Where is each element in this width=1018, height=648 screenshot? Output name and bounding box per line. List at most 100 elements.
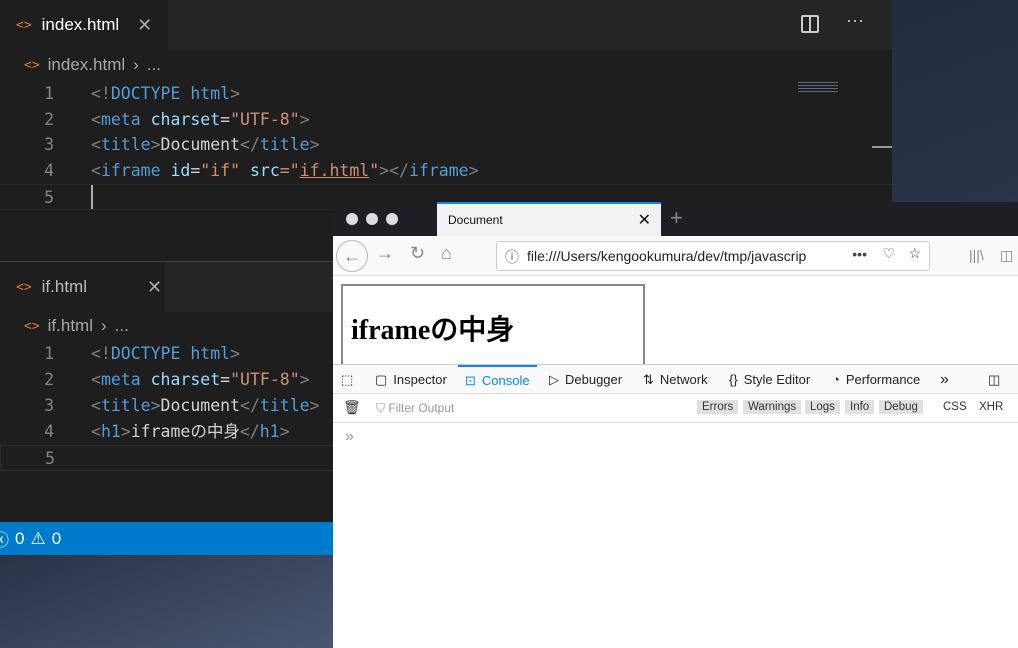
code-line[interactable]: 3 <title>Document</title> — [0, 132, 892, 158]
tok: = — [220, 370, 231, 389]
tok: h1 — [259, 422, 280, 441]
bookmark-star-icon[interactable]: ☆ — [908, 245, 921, 262]
tab-style-editor[interactable]: {} Style Editor — [729, 365, 810, 394]
tok: > — [230, 344, 241, 363]
more-tools-icon[interactable]: » — [940, 365, 949, 394]
tab-network[interactable]: ⇅ Network — [643, 365, 708, 394]
html-file-icon: <> — [24, 57, 40, 73]
more-actions-icon[interactable]: ··· — [846, 10, 864, 31]
inspector-icon: ▢ — [375, 371, 388, 387]
style-editor-icon: {} — [729, 372, 738, 387]
tok: > — [150, 135, 161, 154]
tok: > — [468, 161, 479, 180]
tok: iframe — [100, 161, 161, 180]
line-number: 4 — [44, 161, 54, 180]
filter-errors[interactable]: Errors — [697, 400, 739, 414]
tab-label: Console — [481, 373, 530, 388]
breadcrumb-file[interactable]: index.html — [48, 55, 125, 75]
line-number: 2 — [44, 110, 54, 129]
tok: </ — [240, 135, 260, 154]
filter-debug[interactable]: Debug — [879, 400, 923, 414]
firefox-window: Document ✕ + ← → ↻ ⌂ ⓘ file:///Users/kengo… — [333, 202, 1018, 648]
tok: charset — [140, 110, 221, 129]
tab-inspector[interactable]: ▢ Inspector — [375, 365, 447, 394]
breadcrumb-more[interactable]: ... — [115, 316, 129, 336]
tok: meta — [100, 110, 141, 129]
tok: "UTF-8" — [230, 370, 300, 389]
console-filter-bar: 🗑 ⛉ Filter Output Errors Warnings Logs I… — [333, 394, 1018, 423]
tok: title — [100, 135, 151, 154]
reload-button[interactable]: ↻ — [410, 243, 425, 264]
filter-placeholder: Filter Output — [388, 401, 455, 415]
tab-label: Performance — [845, 372, 921, 387]
code-line[interactable]: 2 <meta charset="UTF-8"> — [0, 107, 892, 133]
breadcrumb-more[interactable]: ... — [147, 55, 161, 75]
line-number: 5 — [44, 188, 54, 207]
tok: > — [299, 370, 310, 389]
breadcrumb-2[interactable]: <> if.html ›... — [24, 316, 129, 336]
devtools-toolbar: ⬚ ▢ Inspector ⊡ Console ▷ Debugger ⇅ Network… — [333, 364, 1018, 394]
filter-logs[interactable]: Logs — [805, 400, 840, 414]
tok: DOCTYPE html — [110, 84, 231, 103]
tok: "UTF-8" — [230, 110, 300, 129]
forward-button[interactable]: → — [376, 243, 394, 264]
tab-if-html[interactable]: <> if.html ✕ — [0, 262, 165, 312]
dock-layout-icon[interactable]: ◫ — [988, 365, 1000, 394]
url-bar[interactable]: ⓘ file:///Users/kengookumura/dev/tmp/java… — [496, 241, 930, 271]
filter-xhr[interactable]: XHR — [974, 400, 1008, 414]
tok: > — [230, 84, 241, 103]
element-picker-icon[interactable]: ⬚ — [341, 365, 353, 394]
code-line[interactable]: 1 <!DOCTYPE html> — [0, 81, 892, 107]
console-input[interactable]: » — [345, 428, 354, 446]
close-window-button[interactable] — [346, 213, 358, 225]
new-tab-icon[interactable]: + — [670, 205, 683, 231]
error-count[interactable]: 0 — [15, 529, 24, 549]
page-heading: iframeの中身 — [351, 315, 515, 346]
line-number: 4 — [44, 422, 54, 441]
warning-count[interactable]: 0 — [52, 529, 61, 549]
split-editor-icon[interactable] — [801, 15, 819, 33]
breadcrumb-file[interactable]: if.html — [48, 316, 93, 336]
page-actions-icon[interactable]: ••• — [852, 246, 867, 262]
browser-tab[interactable]: Document ✕ — [437, 202, 661, 236]
tab-performance[interactable]: ◔ Performance — [832, 365, 920, 394]
error-icon[interactable]: ⓧ — [0, 526, 9, 551]
zoom-window-button[interactable] — [386, 213, 398, 225]
warning-icon[interactable]: ⚠ — [30, 529, 45, 549]
chevron-right-icon: › — [101, 316, 107, 335]
close-icon[interactable]: ✕ — [137, 15, 152, 36]
tok: src — [240, 161, 280, 180]
breadcrumb[interactable]: <> index.html ›... — [24, 55, 161, 75]
tok: id — [160, 161, 191, 180]
minimize-window-button[interactable] — [366, 213, 378, 225]
back-button[interactable]: ← — [336, 240, 368, 272]
tab-index-html[interactable]: <> index.html ✕ — [0, 0, 168, 50]
html-file-icon: <> — [16, 17, 32, 33]
line-number: 1 — [44, 344, 54, 363]
sidebar-icon[interactable]: ◫ — [1000, 247, 1013, 264]
filter-warnings[interactable]: Warnings — [743, 400, 802, 414]
tok: charset — [140, 370, 221, 389]
library-icon[interactable]: |||\ — [969, 247, 984, 263]
close-icon[interactable]: ✕ — [147, 277, 162, 298]
home-button[interactable]: ⌂ — [441, 243, 452, 264]
tok: Document — [160, 396, 241, 415]
filter-css[interactable]: CSS — [938, 400, 972, 414]
tab-console[interactable]: ⊡ Console — [458, 365, 537, 394]
filter-info[interactable]: Info — [845, 400, 875, 414]
tok: < — [91, 396, 101, 415]
clear-console-icon[interactable]: 🗑 — [343, 399, 361, 416]
tab-label: Network — [659, 372, 708, 387]
filter-input[interactable]: ⛉ Filter Output — [376, 401, 454, 416]
info-icon[interactable]: ⓘ — [505, 247, 519, 267]
console-icon: ⊡ — [465, 372, 476, 388]
pocket-icon[interactable]: ♡ — [882, 245, 895, 262]
url-text: file:///Users/kengookumura/dev/tmp/javas… — [527, 248, 807, 264]
tok: Document — [160, 135, 241, 154]
link-token[interactable]: if.html — [300, 161, 370, 180]
tab-debugger[interactable]: ▷ Debugger — [549, 365, 622, 394]
close-tab-icon[interactable]: ✕ — [638, 210, 651, 230]
performance-icon: ◔ — [832, 372, 840, 387]
code-line[interactable]: 4 <iframe id="if" src="if.html"></iframe> — [0, 158, 892, 184]
text-cursor — [91, 185, 93, 209]
